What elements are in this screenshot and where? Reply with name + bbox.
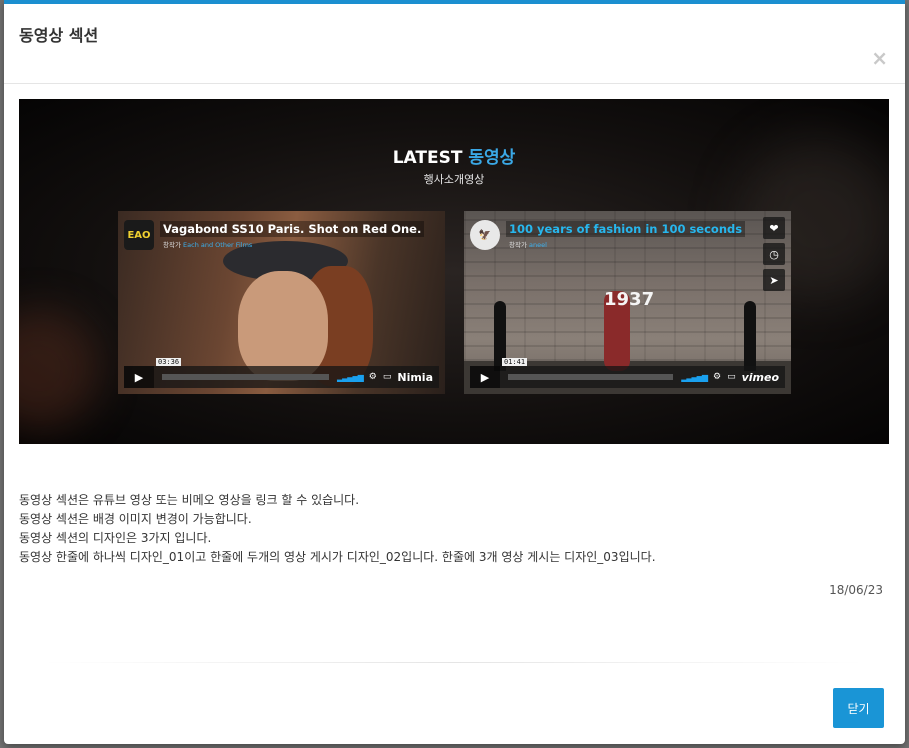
banner-title-prefix: LATEST (392, 148, 463, 168)
volume-icon[interactable]: ▂▃▄▅▆ (681, 373, 708, 382)
byline-prefix: 창작가 (509, 241, 527, 249)
video-byline: 창작가 Each and Other Films (160, 239, 424, 249)
post-date: 18/06/23 (829, 583, 883, 597)
time-badge: 03:36 (156, 358, 182, 366)
volume-icon[interactable]: ▂▃▄▅▆ (337, 373, 364, 382)
byline-author[interactable]: aneel (529, 241, 547, 249)
progress-bar[interactable]: 01:41 (502, 358, 674, 380)
video-player[interactable]: EAO Vagabond SS10 Paris. Shot on Red One… (118, 211, 445, 394)
close-icon[interactable]: × (871, 48, 888, 68)
video-banner-image: LATEST 동영상 행사소개영상 EAO Vagabond SS10 Pari… (19, 99, 889, 444)
description-line: 동영상 섹션은 유튜브 영상 또는 비메오 영상을 링크 할 수 있습니다. (19, 493, 360, 507)
byline-author[interactable]: Each and Other Films (183, 241, 252, 249)
play-icon[interactable]: ▶ (124, 366, 154, 388)
bokeh-light (19, 309, 99, 429)
brand-logo[interactable]: Nimia (397, 371, 433, 384)
progress-bar[interactable]: 03:36 (156, 358, 329, 380)
video-thumbnail-bollard (744, 301, 756, 371)
fullscreen-icon[interactable]: ▭ (383, 372, 392, 382)
fullscreen-icon[interactable]: ▭ (727, 372, 736, 382)
video-header: EAO Vagabond SS10 Paris. Shot on Red One… (124, 217, 425, 253)
byline-prefix: 창작가 (163, 241, 181, 249)
creator-avatar[interactable]: 🦅 (470, 220, 500, 250)
video-player[interactable]: 1937 🦅 100 years of fashion in 100 secon… (464, 211, 791, 394)
video-side-actions: ❤ ◷ ➤ (763, 217, 785, 291)
modal-title: 동영상 섹션 (19, 26, 99, 45)
video-section-modal: 동영상 섹션 × LATEST 동영상 행사소개영상 EAO Vagabond … (4, 0, 905, 744)
creator-avatar[interactable]: EAO (124, 220, 154, 250)
send-icon[interactable]: ➤ (763, 269, 785, 291)
heart-icon[interactable]: ❤ (763, 217, 785, 239)
description-line: 동영상 섹션의 디자인은 3가지 입니다. (19, 531, 212, 545)
video-overlay-year: 1937 (604, 289, 655, 310)
description: 동영상 섹션은 유튜브 영상 또는 비메오 영상을 링크 할 수 있습니다. 동… (19, 491, 656, 567)
play-icon[interactable]: ▶ (470, 366, 500, 388)
banner-title-accent: 동영상 (468, 148, 516, 168)
brand-logo[interactable]: vimeo (742, 371, 779, 384)
clock-icon[interactable]: ◷ (763, 243, 785, 265)
gear-icon[interactable]: ⚙ (369, 372, 377, 382)
gear-icon[interactable]: ⚙ (713, 372, 721, 382)
player-controls: ▶ 03:36 ▂▃▄▅▆ ⚙ ▭ Nimia (124, 358, 439, 388)
video-title[interactable]: 100 years of fashion in 100 seconds (506, 221, 746, 237)
video-byline: 창작가 aneel (506, 239, 745, 249)
close-button[interactable]: 닫기 (833, 688, 884, 728)
banner-subtitle: 행사소개영상 (423, 173, 485, 186)
banner-title: LATEST 동영상 (19, 143, 889, 168)
time-badge: 01:41 (502, 358, 528, 366)
description-line: 동영상 섹션은 배경 이미지 변경이 가능합니다. (19, 512, 252, 526)
modal-header: 동영상 섹션 × (4, 4, 905, 84)
video-thumbnail-face (238, 271, 328, 381)
player-controls: ▶ 01:41 ▂▃▄▅▆ ⚙ ▭ vimeo (470, 358, 785, 388)
divider (44, 662, 864, 663)
video-title[interactable]: Vagabond SS10 Paris. Shot on Red One. (160, 221, 425, 237)
description-line: 동영상 한줄에 하나씩 디자인_01이고 한줄에 두개의 영상 게시가 디자인_… (19, 550, 656, 564)
video-header: 🦅 100 years of fashion in 100 seconds 창작… (470, 217, 746, 253)
